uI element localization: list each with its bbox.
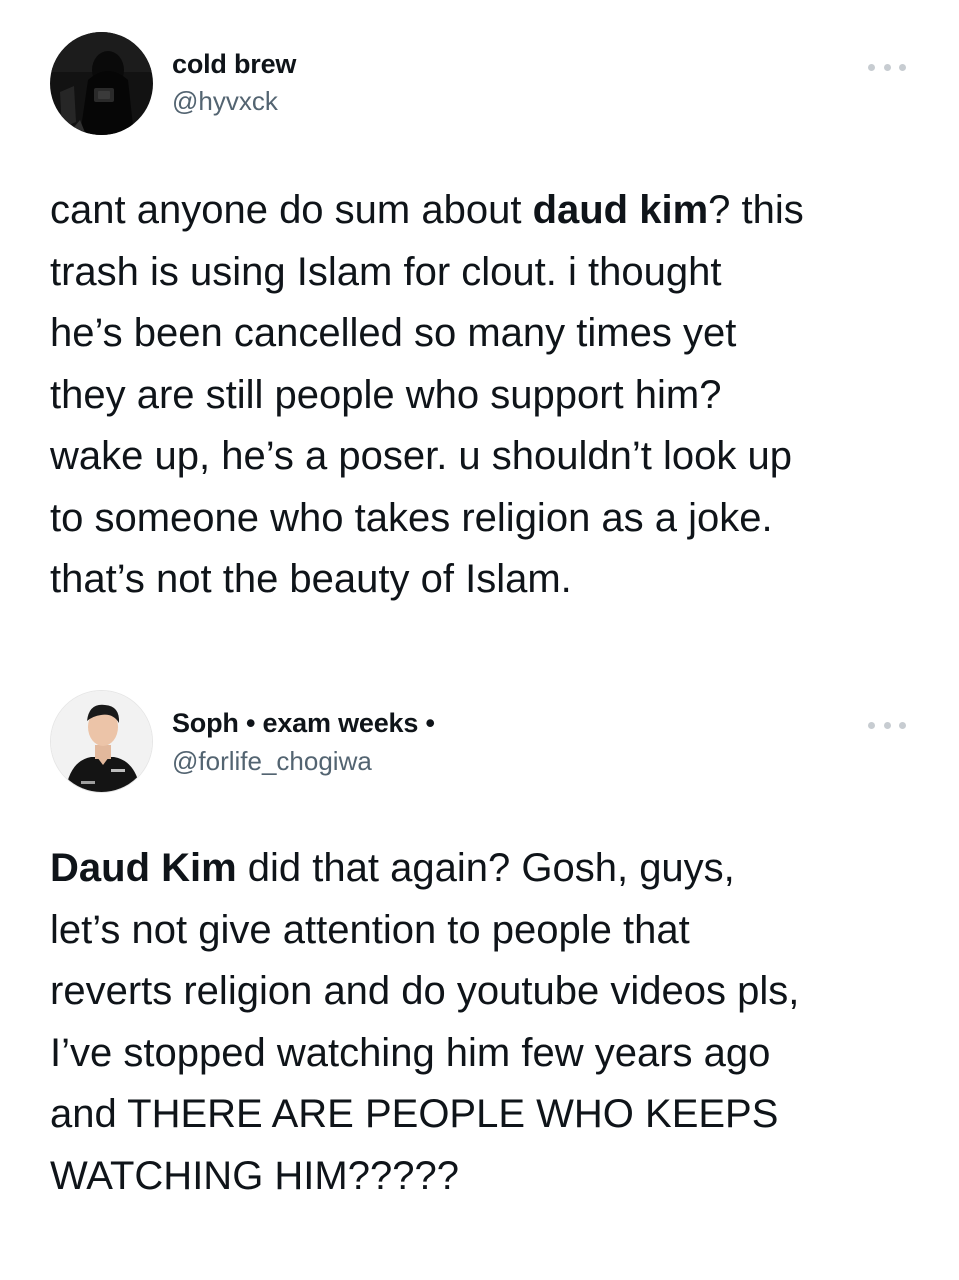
tweet-text-line: let’s not give attention to people that bbox=[50, 907, 690, 952]
tweet-text-line: wake up, he’s a poser. u shouldn’t look … bbox=[50, 434, 792, 478]
tweet-text-line: they are still people who support him? bbox=[50, 372, 722, 417]
more-dot bbox=[868, 63, 875, 71]
user-handle[interactable]: @hyvxck bbox=[172, 86, 278, 117]
tweet-text-line: reverts religion and do youtube videos p… bbox=[50, 969, 800, 1013]
tweet-text-line: to someone who takes religion as a joke. bbox=[50, 495, 773, 540]
tweet-text-line: he’s been cancelled so many times yet bbox=[50, 311, 737, 355]
user-avatar[interactable] bbox=[50, 690, 153, 793]
tweet-text-line: that’s not the beauty of Islam. bbox=[50, 557, 572, 601]
tweet-card: cold brew @hyvxck cant anyone do sum abo… bbox=[0, 0, 959, 640]
tweet-card: Soph • exam weeks • @forlife_chogiwa Dau… bbox=[0, 655, 959, 1280]
more-dot bbox=[868, 721, 875, 729]
more-dot bbox=[899, 721, 906, 729]
tweet-text: Daud Kim did that again? Gosh, guys, let… bbox=[50, 838, 930, 1207]
tweet-text-line: I’ve stopped watching him few years ago bbox=[50, 1030, 771, 1075]
avatar-photo-icon bbox=[51, 691, 152, 792]
more-options-icon[interactable] bbox=[868, 57, 906, 77]
more-dot bbox=[883, 63, 891, 71]
tweet-text-line: cant anyone do sum about daud kim? this bbox=[50, 188, 804, 232]
tweet-text-line: and THERE ARE PEOPLE WHO KEEPS bbox=[50, 1092, 779, 1136]
more-dot bbox=[883, 721, 891, 729]
tweet-text: cant anyone do sum about daud kim? this … bbox=[50, 180, 930, 611]
tweet-text-line: WATCHING HIM????? bbox=[50, 1153, 459, 1198]
display-name[interactable]: cold brew bbox=[172, 49, 296, 80]
more-options-icon[interactable] bbox=[868, 715, 906, 735]
user-handle[interactable]: @forlife_chogiwa bbox=[172, 746, 372, 777]
avatar-photo-icon bbox=[50, 32, 153, 135]
user-avatar[interactable] bbox=[50, 32, 153, 135]
tweet-text-line: Daud Kim did that again? Gosh, guys, bbox=[50, 846, 735, 890]
tweet-text-line: trash is using Islam for clout. i though… bbox=[50, 249, 722, 294]
display-name[interactable]: Soph • exam weeks • bbox=[172, 708, 435, 739]
more-dot bbox=[899, 63, 906, 71]
